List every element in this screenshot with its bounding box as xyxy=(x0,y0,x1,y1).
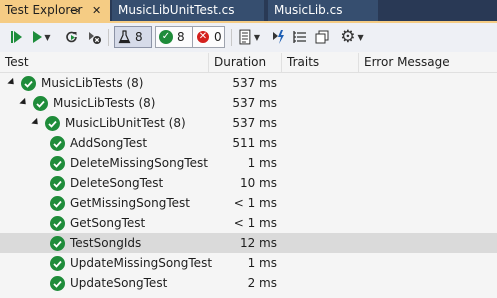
column-error-message[interactable]: Error Message xyxy=(359,53,497,72)
run-all-icon xyxy=(10,31,13,43)
tab-strip: Test Explorer ⊸ ✕ MusicLibUnitTest.cs Mu… xyxy=(0,0,497,21)
tree-row[interactable]: GetMissingSongTest < 1 ms xyxy=(0,193,497,213)
test-name: DeleteSongTest xyxy=(70,176,164,190)
passed-icon xyxy=(45,116,60,131)
run-on-build-button[interactable] xyxy=(270,28,286,46)
expand-arrow-icon[interactable] xyxy=(31,117,41,128)
passed-icon: ✓ xyxy=(159,30,173,44)
column-traits[interactable]: Traits xyxy=(282,53,359,72)
tree-row[interactable]: MusicLibTests (8) 537 ms xyxy=(0,93,497,113)
test-name: MusicLibTests (8) xyxy=(53,96,156,110)
playlist-icon xyxy=(239,29,251,45)
expand-arrow-icon[interactable] xyxy=(19,97,29,108)
copy-icon xyxy=(315,30,329,44)
test-name: AddSongTest xyxy=(70,136,148,150)
passed-tests-filter[interactable]: ✓ 8 xyxy=(155,26,193,48)
column-header: Test Duration Traits Error Message xyxy=(0,53,497,73)
test-duration: 12 ms xyxy=(239,236,277,250)
test-name: MusicLibTests (8) xyxy=(41,76,144,90)
toolbar-separator xyxy=(108,29,109,46)
run-all-button[interactable] xyxy=(8,28,24,46)
tree-row[interactable]: MusicLibTests (8) 537 ms xyxy=(0,73,497,93)
passed-icon xyxy=(50,196,65,211)
failed-icon: ✕ xyxy=(196,30,210,44)
tree-row[interactable]: DeleteSongTest 10 ms xyxy=(0,173,497,193)
cancel-run-button[interactable] xyxy=(86,28,102,46)
passed-icon xyxy=(50,236,65,251)
settings-icon: ⚙ xyxy=(340,26,356,47)
test-name: GetMissingSongTest xyxy=(70,196,190,210)
total-tests-filter[interactable]: 8 xyxy=(114,26,152,48)
test-duration: < 1 ms xyxy=(233,216,277,230)
test-tree: MusicLibTests (8) 537 ms MusicLibTests (8)… xyxy=(0,73,497,293)
tab-label: MusicLib.cs xyxy=(274,3,343,17)
passed-icon xyxy=(50,276,65,291)
test-duration: 1 ms xyxy=(247,156,277,170)
failed-count: 0 xyxy=(214,30,222,44)
cancel-run-icon xyxy=(89,32,101,44)
test-duration: 10 ms xyxy=(239,176,277,190)
passed-icon xyxy=(33,96,48,111)
tab-musiclibunittest[interactable]: MusicLibUnitTest.cs xyxy=(112,0,264,21)
copy-button[interactable] xyxy=(314,28,330,46)
playlist-button[interactable]: ▼ xyxy=(238,28,260,46)
pin-icon[interactable]: ⊸ xyxy=(70,0,79,21)
group-by-button[interactable] xyxy=(292,28,308,46)
tree-row[interactable]: DeleteMissingSongTest 1 ms xyxy=(0,153,497,173)
failed-tests-filter[interactable]: ✕ 0 xyxy=(192,26,225,48)
toolbar-separator xyxy=(231,29,232,46)
run-button[interactable]: ▼ xyxy=(32,28,52,46)
tree-row[interactable]: UpdateMissingSongTest 1 ms xyxy=(0,253,497,273)
tree-row[interactable]: GetSongTest < 1 ms xyxy=(0,213,497,233)
test-duration: 537 ms xyxy=(232,116,277,130)
run-on-build-icon xyxy=(273,30,284,44)
test-name: UpdateMissingSongTest xyxy=(70,256,213,270)
tree-row[interactable]: TestSongIds 12 ms xyxy=(0,233,497,253)
test-duration: 537 ms xyxy=(232,76,277,90)
test-duration: 511 ms xyxy=(232,136,277,150)
tab-label: MusicLibUnitTest.cs xyxy=(118,3,235,17)
test-name: TestSongIds xyxy=(70,236,142,250)
test-name: MusicLibUnitTest (8) xyxy=(65,116,186,130)
tree-row[interactable]: UpdateSongTest 2 ms xyxy=(0,273,497,293)
passed-icon xyxy=(50,176,65,191)
repeat-last-run-button[interactable] xyxy=(64,28,80,46)
tree-row[interactable]: AddSongTest 511 ms xyxy=(0,133,497,153)
expand-arrow-icon[interactable] xyxy=(7,77,17,88)
close-icon[interactable]: ✕ xyxy=(92,0,101,21)
test-name: GetSongTest xyxy=(70,216,146,230)
chevron-down-icon: ▼ xyxy=(357,32,364,42)
passed-icon xyxy=(50,216,65,231)
test-duration: < 1 ms xyxy=(233,196,277,210)
column-duration[interactable]: Duration xyxy=(209,53,282,72)
test-name: UpdateSongTest xyxy=(70,276,168,290)
passed-icon xyxy=(50,136,65,151)
passed-icon xyxy=(21,76,36,91)
test-duration: 1 ms xyxy=(247,256,277,270)
settings-button[interactable]: ⚙ ▼ xyxy=(338,28,366,46)
test-duration: 2 ms xyxy=(247,276,277,290)
column-test[interactable]: Test xyxy=(0,53,209,72)
chevron-down-icon: ▼ xyxy=(253,32,260,42)
run-icon xyxy=(33,31,43,43)
passed-count: 8 xyxy=(177,30,185,44)
toolbar: ▼ 8 ✓ 8 ✕ 0 ▼ ⚙ ▼ xyxy=(0,23,497,52)
passed-icon xyxy=(50,156,65,171)
chevron-down-icon: ▼ xyxy=(44,32,51,42)
passed-icon xyxy=(50,256,65,271)
test-name: DeleteMissingSongTest xyxy=(70,156,208,170)
flask-icon xyxy=(118,30,131,44)
tab-musiclib[interactable]: MusicLib.cs xyxy=(268,0,378,21)
total-count: 8 xyxy=(135,30,143,44)
repeat-last-run-icon xyxy=(66,31,77,43)
tree-row[interactable]: MusicLibUnitTest (8) 537 ms xyxy=(0,113,497,133)
test-duration: 537 ms xyxy=(232,96,277,110)
group-by-icon xyxy=(293,31,306,43)
tab-test-explorer[interactable]: Test Explorer ⊸ ✕ xyxy=(0,0,110,21)
